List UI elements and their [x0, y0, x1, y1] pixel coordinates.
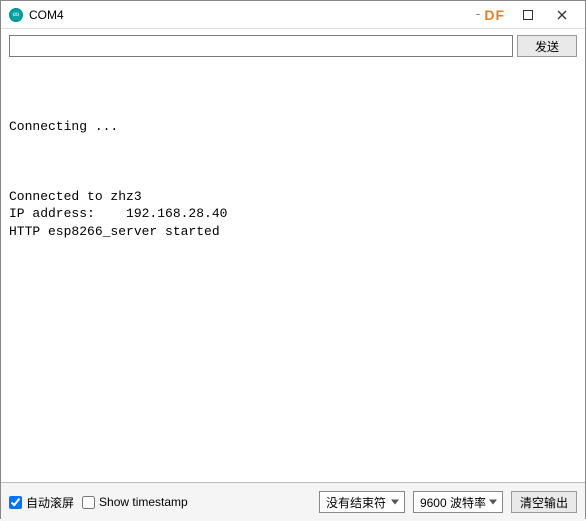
autoscroll-checkbox[interactable]: 自动滚屏: [9, 494, 74, 511]
dash-icon: -: [476, 5, 481, 21]
arduino-icon: [9, 8, 23, 22]
baud-rate-value: 9600 波特率: [420, 494, 486, 511]
timestamp-checkbox[interactable]: Show timestamp: [82, 495, 188, 509]
timestamp-label: Show timestamp: [99, 495, 188, 509]
baud-rate-select[interactable]: 9600 波特率: [413, 491, 503, 513]
send-row: 发送: [1, 29, 585, 61]
bottom-bar: 自动滚屏 Show timestamp 没有结束符 9600 波特率 清空输出: [1, 483, 585, 521]
brand-label: DF: [484, 7, 505, 23]
maximize-button[interactable]: [511, 2, 545, 28]
window-title: COM4: [29, 8, 64, 22]
clear-output-button[interactable]: 清空输出: [511, 491, 577, 513]
autoscroll-label: 自动滚屏: [26, 494, 74, 511]
serial-input[interactable]: [9, 35, 513, 57]
titlebar: COM4 - DF: [1, 1, 585, 29]
close-button[interactable]: [545, 2, 579, 28]
serial-output[interactable]: Connecting ... Connected to zhz3 IP addr…: [1, 61, 585, 483]
line-ending-select[interactable]: 没有结束符: [319, 491, 405, 513]
send-button[interactable]: 发送: [517, 35, 577, 57]
line-ending-value: 没有结束符: [326, 494, 386, 511]
